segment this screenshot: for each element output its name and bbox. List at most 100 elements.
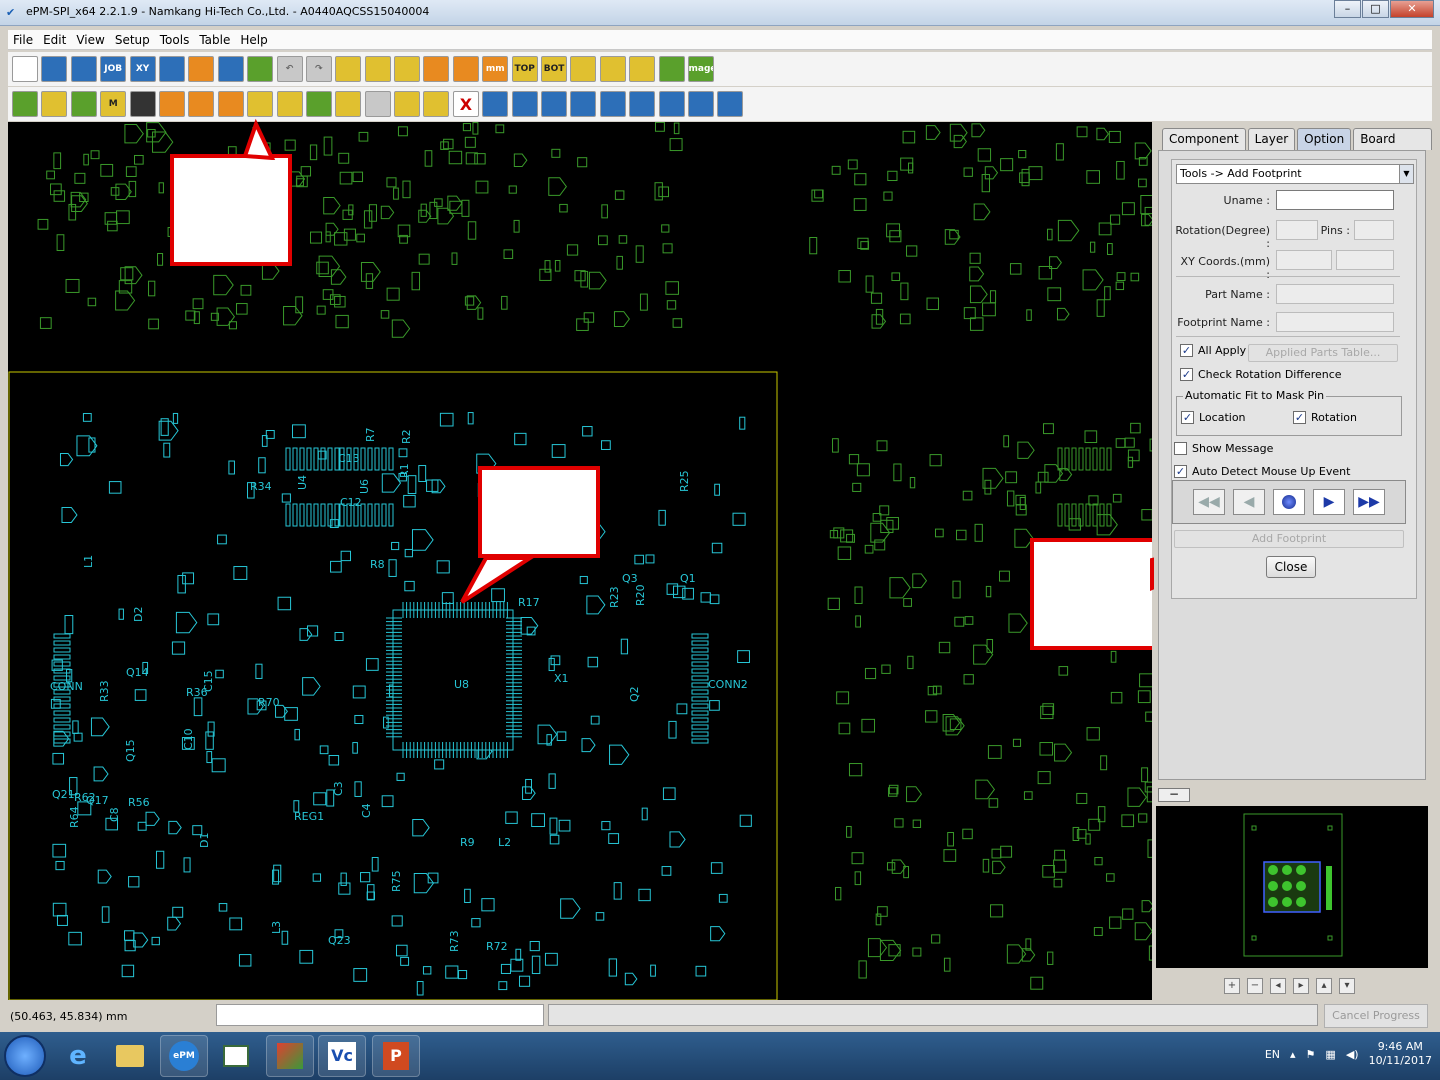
tab-option[interactable]: Option bbox=[1297, 128, 1352, 150]
pins-down-icon[interactable] bbox=[687, 91, 714, 117]
top-view-icon[interactable]: TOP bbox=[511, 56, 538, 82]
auto-detect-checkbox[interactable]: ✓ Auto Detect Mouse Up Event bbox=[1174, 465, 1350, 478]
tab-component[interactable]: Component bbox=[1162, 128, 1246, 150]
zoom-out-icon[interactable] bbox=[364, 56, 391, 82]
record-button[interactable] bbox=[1273, 489, 1305, 515]
undo-icon[interactable]: ↶ bbox=[276, 56, 303, 82]
tab-layer[interactable]: Layer bbox=[1247, 128, 1296, 150]
m-icon[interactable]: M bbox=[100, 91, 127, 117]
all-apply-checkbox[interactable]: ✓ All Apply : bbox=[1180, 344, 1253, 357]
close-button[interactable]: Close bbox=[1266, 556, 1316, 578]
powerpoint-icon[interactable]: P bbox=[372, 1035, 420, 1077]
mode-select[interactable]: Tools -> Add Footprint ▼ bbox=[1176, 164, 1414, 184]
pcb-canvas[interactable]: U4 U6 U8 L1 D2 Q14 Q17 Q21 Q15 R62 R56 R64 C8 C15 C10 C… bbox=[8, 122, 1152, 1000]
image-icon[interactable]: image bbox=[687, 56, 714, 82]
delete-icon[interactable]: X bbox=[452, 91, 479, 117]
zoom-fit-icon[interactable] bbox=[394, 56, 421, 82]
visual-studio-icon[interactable]: Vc bbox=[318, 1035, 366, 1077]
zoom-in-button[interactable]: + bbox=[1224, 978, 1240, 994]
minimize-button[interactable]: – bbox=[1334, 0, 1361, 18]
pencil-icon[interactable] bbox=[12, 91, 38, 117]
uname-input[interactable] bbox=[1276, 190, 1394, 210]
pad-icon[interactable] bbox=[599, 56, 626, 82]
pins-left-icon[interactable] bbox=[629, 91, 656, 117]
pan-up-button[interactable]: ▴ bbox=[1316, 978, 1332, 994]
pins-flip-icon[interactable] bbox=[570, 91, 597, 117]
job-icon[interactable]: JOB bbox=[100, 56, 127, 82]
import-icon[interactable] bbox=[158, 56, 185, 82]
x-chip-icon[interactable] bbox=[129, 91, 156, 117]
tab-board-array[interactable]: Board Array bbox=[1353, 128, 1432, 166]
add-footprint-icon[interactable] bbox=[247, 91, 274, 117]
group-icon[interactable] bbox=[305, 91, 332, 117]
epm-taskbar-icon[interactable]: ePM bbox=[160, 1035, 208, 1077]
cut-icon[interactable] bbox=[41, 91, 68, 117]
board-check-icon[interactable] bbox=[247, 56, 274, 82]
network-icon[interactable]: ▦ bbox=[1325, 1048, 1335, 1061]
minimap[interactable] bbox=[1156, 806, 1428, 968]
menu-tools[interactable]: Tools bbox=[155, 33, 195, 47]
internet-explorer-icon[interactable]: e bbox=[54, 1035, 102, 1077]
add-footprint-button[interactable]: Add Footprint bbox=[1174, 530, 1404, 548]
language-indicator[interactable]: EN bbox=[1265, 1048, 1280, 1061]
edit-footprint-icon[interactable] bbox=[276, 91, 303, 117]
menu-view[interactable]: View bbox=[71, 33, 109, 47]
window-app-icon[interactable] bbox=[212, 1035, 260, 1077]
cancel-progress-button[interactable]: Cancel Progress bbox=[1324, 1004, 1428, 1028]
mask-icon[interactable] bbox=[423, 91, 450, 117]
pan-right-button[interactable]: ▸ bbox=[1293, 978, 1309, 994]
maximize-button[interactable]: □ bbox=[1362, 0, 1389, 18]
menu-edit[interactable]: Edit bbox=[38, 33, 71, 47]
menu-setup[interactable]: Setup bbox=[110, 33, 155, 47]
array-icon[interactable] bbox=[658, 56, 685, 82]
pan-left-button[interactable]: ◂ bbox=[1270, 978, 1286, 994]
arrow-icon[interactable] bbox=[599, 91, 626, 117]
menu-help[interactable]: Help bbox=[235, 33, 272, 47]
open-folder-icon[interactable] bbox=[41, 56, 68, 82]
bottom-view-icon[interactable]: BOT bbox=[541, 56, 568, 82]
show-message-checkbox[interactable]: Show Message bbox=[1174, 442, 1273, 455]
mirror-icon[interactable] bbox=[394, 91, 421, 117]
xy-icon[interactable]: XY bbox=[129, 56, 156, 82]
zoom-in-icon[interactable] bbox=[335, 56, 362, 82]
rotate-icon[interactable] bbox=[217, 91, 244, 117]
rotation-checkbox[interactable]: ✓ Rotation bbox=[1293, 411, 1357, 424]
move-icon[interactable] bbox=[158, 91, 185, 117]
flag-icon[interactable]: ⚑ bbox=[1306, 1048, 1316, 1061]
grid-icon[interactable] bbox=[217, 56, 244, 82]
close-window-button[interactable]: ✕ bbox=[1390, 0, 1434, 18]
last-button[interactable]: ▶▶ bbox=[1353, 489, 1385, 515]
pan-down-button[interactable]: ▾ bbox=[1339, 978, 1355, 994]
collapse-minimap-button[interactable]: − bbox=[1158, 788, 1190, 802]
light-icon[interactable] bbox=[629, 56, 656, 82]
component-icon[interactable] bbox=[570, 56, 597, 82]
installer-icon[interactable] bbox=[266, 1035, 314, 1077]
chevron-down-icon[interactable]: ▼ bbox=[1399, 165, 1413, 183]
connect-icon[interactable] bbox=[482, 91, 509, 117]
chip-icon[interactable] bbox=[70, 91, 97, 117]
file-explorer-icon[interactable] bbox=[106, 1035, 154, 1077]
next-button[interactable]: ▶ bbox=[1313, 489, 1345, 515]
align-icon[interactable] bbox=[335, 91, 362, 117]
menu-table[interactable]: Table bbox=[194, 33, 235, 47]
target-icon[interactable] bbox=[364, 91, 391, 117]
pins-grid-icon[interactable] bbox=[717, 91, 744, 117]
start-button[interactable] bbox=[4, 1035, 46, 1077]
pins-up-icon[interactable] bbox=[658, 91, 685, 117]
export-icon[interactable] bbox=[188, 56, 215, 82]
rotate-pad-icon[interactable] bbox=[511, 91, 538, 117]
menu-file[interactable]: File bbox=[8, 33, 38, 47]
zoom-out-button[interactable]: − bbox=[1247, 978, 1263, 994]
zoom-window-icon[interactable] bbox=[423, 56, 450, 82]
previous-button[interactable]: ◀ bbox=[1233, 489, 1265, 515]
save-icon[interactable] bbox=[70, 56, 97, 82]
move-right-icon[interactable] bbox=[188, 91, 215, 117]
redo-icon[interactable]: ↷ bbox=[305, 56, 332, 82]
volume-icon[interactable]: ◀) bbox=[1346, 1048, 1359, 1061]
pins-icon[interactable] bbox=[541, 91, 568, 117]
clock[interactable]: 9:46 AM 10/11/2017 bbox=[1369, 1040, 1432, 1068]
check-rotation-checkbox[interactable]: ✓ Check Rotation Difference bbox=[1180, 368, 1342, 381]
first-button[interactable]: ◀◀ bbox=[1193, 489, 1225, 515]
tray-expand-icon[interactable]: ▴ bbox=[1290, 1048, 1296, 1061]
location-checkbox[interactable]: ✓ Location bbox=[1181, 411, 1246, 424]
